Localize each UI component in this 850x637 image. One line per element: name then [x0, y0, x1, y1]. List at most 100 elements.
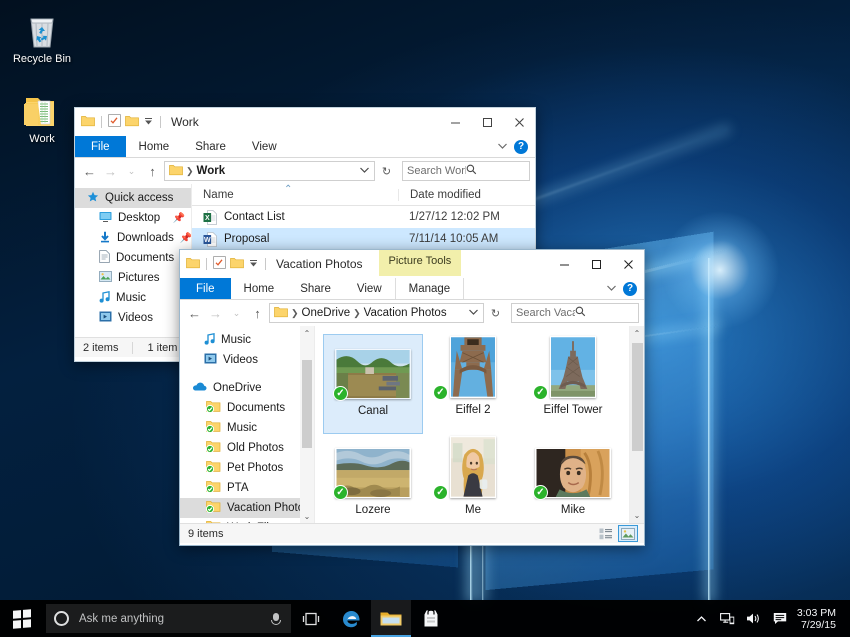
back-button[interactable]: ← [80, 161, 99, 181]
forward-button[interactable]: → [101, 161, 120, 181]
nav-item-pta[interactable]: PTA [180, 478, 314, 498]
new-folder-icon[interactable] [230, 257, 244, 272]
scroll-down-icon[interactable]: ⌄ [300, 509, 314, 523]
navigation-pane[interactable]: Quick access Desktop 📌 Downloads 📌 Docum… [75, 184, 192, 337]
photo-tile-lozere[interactable]: ✓ Lozere [323, 434, 423, 534]
minimize-button[interactable] [548, 250, 580, 278]
window-controls[interactable] [548, 250, 644, 278]
up-button[interactable]: ↑ [143, 161, 162, 181]
tab-view[interactable]: View [239, 136, 290, 157]
volume-icon[interactable] [741, 600, 767, 637]
refresh-button[interactable]: ↻ [486, 303, 505, 323]
window-controls[interactable] [439, 108, 535, 136]
action-center-icon[interactable] [767, 600, 793, 637]
new-folder-icon[interactable] [125, 115, 139, 130]
pin-icon[interactable]: 📌 [173, 213, 185, 224]
folder-icon[interactable] [81, 115, 95, 130]
nav-item-pictures[interactable]: Pictures [75, 268, 191, 288]
maximize-button[interactable] [471, 108, 503, 136]
tab-view[interactable]: View [344, 278, 395, 299]
search-icon[interactable] [466, 164, 525, 178]
nav-item-desktop[interactable]: Desktop 📌 [75, 208, 191, 228]
table-row[interactable]: W Proposal 7/11/14 10:05 AM [192, 228, 535, 250]
nav-item-music-onedrive[interactable]: Music [180, 418, 314, 438]
nav-item-music[interactable]: Music [180, 330, 314, 350]
forward-button[interactable]: → [206, 303, 225, 323]
qat-dropdown-icon[interactable] [248, 257, 259, 271]
search-input[interactable]: Ask me anything [79, 613, 269, 625]
tab-share[interactable]: Share [182, 136, 239, 157]
pin-icon[interactable]: 📌 [180, 233, 191, 244]
tab-file[interactable]: File [75, 136, 126, 157]
address-bar[interactable]: ← → ⌄ ↑ ❯ Work ↻ Search Work [75, 158, 535, 184]
nav-item-music[interactable]: Music [75, 288, 191, 308]
store-button[interactable] [411, 600, 451, 637]
nav-item-work-files[interactable]: Work Files [180, 518, 314, 523]
navpane-scrollbar[interactable]: ⌃ ⌄ [300, 326, 314, 523]
photo-tile-mike[interactable]: ✓ Mike [523, 434, 623, 534]
nav-item-quick-access[interactable]: Quick access [75, 188, 191, 208]
system-tray[interactable]: 3:03 PM 7/29/15 [689, 600, 850, 637]
nav-item-documents[interactable]: Documents [180, 398, 314, 418]
file-explorer-button[interactable] [371, 600, 411, 637]
nav-item-onedrive[interactable]: OneDrive [180, 378, 314, 398]
up-button[interactable]: ↑ [248, 303, 267, 323]
folder-icon[interactable] [186, 257, 200, 272]
photo-tile-eiffel-tower[interactable]: ✓ Eiffel Tower [523, 334, 623, 434]
quick-access-toolbar[interactable] [186, 256, 268, 272]
nav-item-old-photos[interactable]: Old Photos [180, 438, 314, 458]
thumbnail-grid[interactable]: ✓ Canal ✓ Eiffel 2 ✓ Eiffel Tower ✓ Loze… [315, 326, 629, 523]
address-dropdown-icon[interactable] [359, 165, 370, 177]
search-input[interactable]: Search Work [407, 165, 466, 177]
tab-file[interactable]: File [180, 278, 231, 299]
search-box[interactable]: Search Work [402, 161, 530, 181]
navpane-scroll-thumb[interactable] [302, 360, 312, 448]
explorer-window-vacation-photos[interactable]: Vacation Photos Picture Tools File Home … [179, 249, 645, 546]
quick-access-toolbar[interactable] [81, 114, 163, 130]
scroll-down-icon[interactable]: ⌄ [630, 508, 645, 523]
tab-manage[interactable]: Manage [394, 278, 465, 299]
properties-icon[interactable] [108, 114, 121, 130]
nav-item-videos[interactable]: Videos [75, 308, 191, 328]
cortana-search-box[interactable]: Ask me anything [46, 604, 291, 633]
qat-dropdown-icon[interactable] [143, 115, 154, 129]
photo-tile-eiffel-2[interactable]: ✓ Eiffel 2 [423, 334, 523, 434]
nav-item-documents[interactable]: Documents [75, 248, 191, 268]
navigation-pane[interactable]: Music Videos OneDrive Documents Music Ol… [180, 326, 315, 523]
properties-icon[interactable] [213, 256, 226, 272]
content-scroll-thumb[interactable] [632, 343, 643, 451]
column-name[interactable]: Name ⌃ [192, 184, 398, 201]
edge-button[interactable] [331, 600, 371, 637]
tab-home[interactable]: Home [231, 278, 288, 299]
breadcrumb[interactable]: ❯ OneDrive ❯ Vacation Photos [269, 303, 484, 323]
maximize-button[interactable] [580, 250, 612, 278]
address-dropdown-icon[interactable] [468, 307, 479, 319]
address-bar[interactable]: ← → ⌄ ↑ ❯ OneDrive ❯ Vacation Photos ↻ S… [180, 300, 644, 326]
table-row[interactable]: X Contact List 1/27/12 12:02 PM [192, 206, 535, 228]
scroll-up-icon[interactable]: ⌃ [300, 326, 314, 340]
desktop-icon-recycle-bin[interactable]: Recycle Bin [4, 8, 80, 66]
content-scrollbar[interactable]: ⌃ ⌄ [629, 326, 644, 523]
breadcrumb-item-work[interactable]: Work [197, 165, 226, 177]
nav-item-videos[interactable]: Videos [180, 350, 314, 370]
search-icon[interactable] [575, 306, 634, 320]
nav-item-vacation-photos[interactable]: Vacation Photos [180, 498, 314, 518]
show-hidden-icons-button[interactable] [689, 600, 715, 637]
taskbar[interactable]: Ask me anything 3:03 PM 7/29/15 [0, 600, 850, 637]
photo-tile-me[interactable]: ✓ Me [423, 434, 523, 534]
window-titlebar[interactable]: Work [75, 108, 535, 136]
refresh-button[interactable]: ↻ [377, 161, 396, 181]
help-icon[interactable]: ? [623, 281, 637, 296]
recent-locations-button[interactable]: ⌄ [122, 161, 141, 181]
help-icon[interactable]: ? [514, 139, 528, 154]
ribbon-expand-chevron-icon[interactable] [497, 141, 508, 153]
column-date-modified[interactable]: Date modified [398, 188, 535, 201]
nav-item-downloads[interactable]: Downloads 📌 [75, 228, 191, 248]
breadcrumb[interactable]: ❯ Work [164, 161, 375, 181]
desktop-icon-work-folder[interactable]: Work [4, 88, 80, 146]
ribbon-tabs[interactable]: File Home Share View Manage ? [180, 278, 644, 300]
network-icon[interactable] [715, 600, 741, 637]
close-button[interactable] [612, 250, 644, 278]
tab-share[interactable]: Share [287, 278, 344, 299]
nav-item-pet-photos[interactable]: Pet Photos [180, 458, 314, 478]
